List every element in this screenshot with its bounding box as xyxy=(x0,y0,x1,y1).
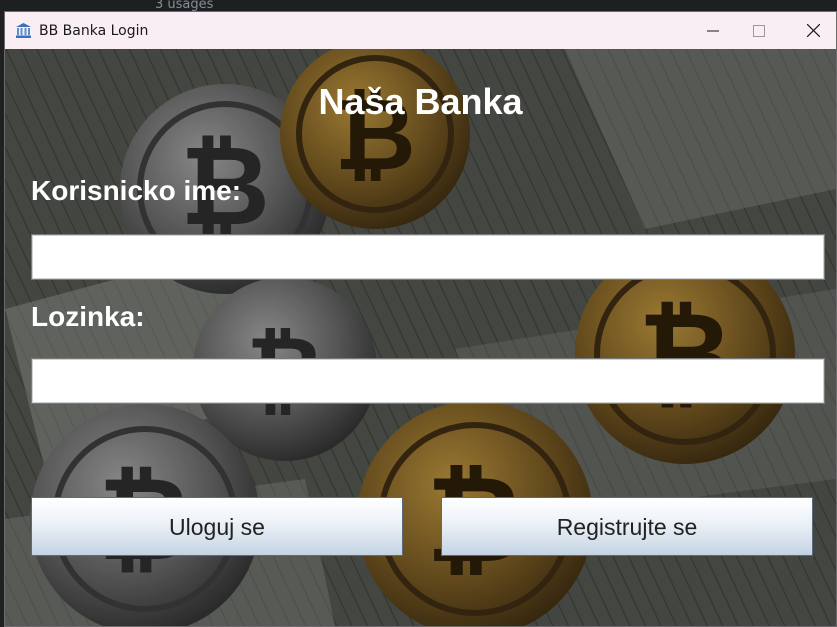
login-button[interactable]: Uloguj se xyxy=(31,497,403,556)
username-label: Korisnicko ime: xyxy=(31,175,242,206)
close-button[interactable] xyxy=(790,12,836,49)
window-title: BB Banka Login xyxy=(39,23,149,39)
username-input[interactable] xyxy=(31,234,825,280)
login-window: BB Banka Login ₿ ₿ ₿ Naša Banka Korisnic… xyxy=(4,11,837,627)
minimize-icon xyxy=(707,30,719,31)
title-bar[interactable]: BB Banka Login xyxy=(5,12,836,49)
close-icon xyxy=(806,24,820,37)
minimize-button[interactable] xyxy=(690,12,736,49)
login-panel: ₿ ₿ ₿ ₿ ₿ ₿ Naša Banka Korisnicko ime: L… xyxy=(5,49,836,626)
password-label: Lozinka: xyxy=(31,301,145,332)
maximize-button[interactable] xyxy=(736,12,782,49)
bank-heading: Naša Banka xyxy=(318,81,523,122)
maximize-icon xyxy=(753,24,765,37)
bank-icon xyxy=(16,23,31,38)
register-button[interactable]: Registrujte se xyxy=(441,497,813,556)
password-input[interactable] xyxy=(31,358,825,404)
